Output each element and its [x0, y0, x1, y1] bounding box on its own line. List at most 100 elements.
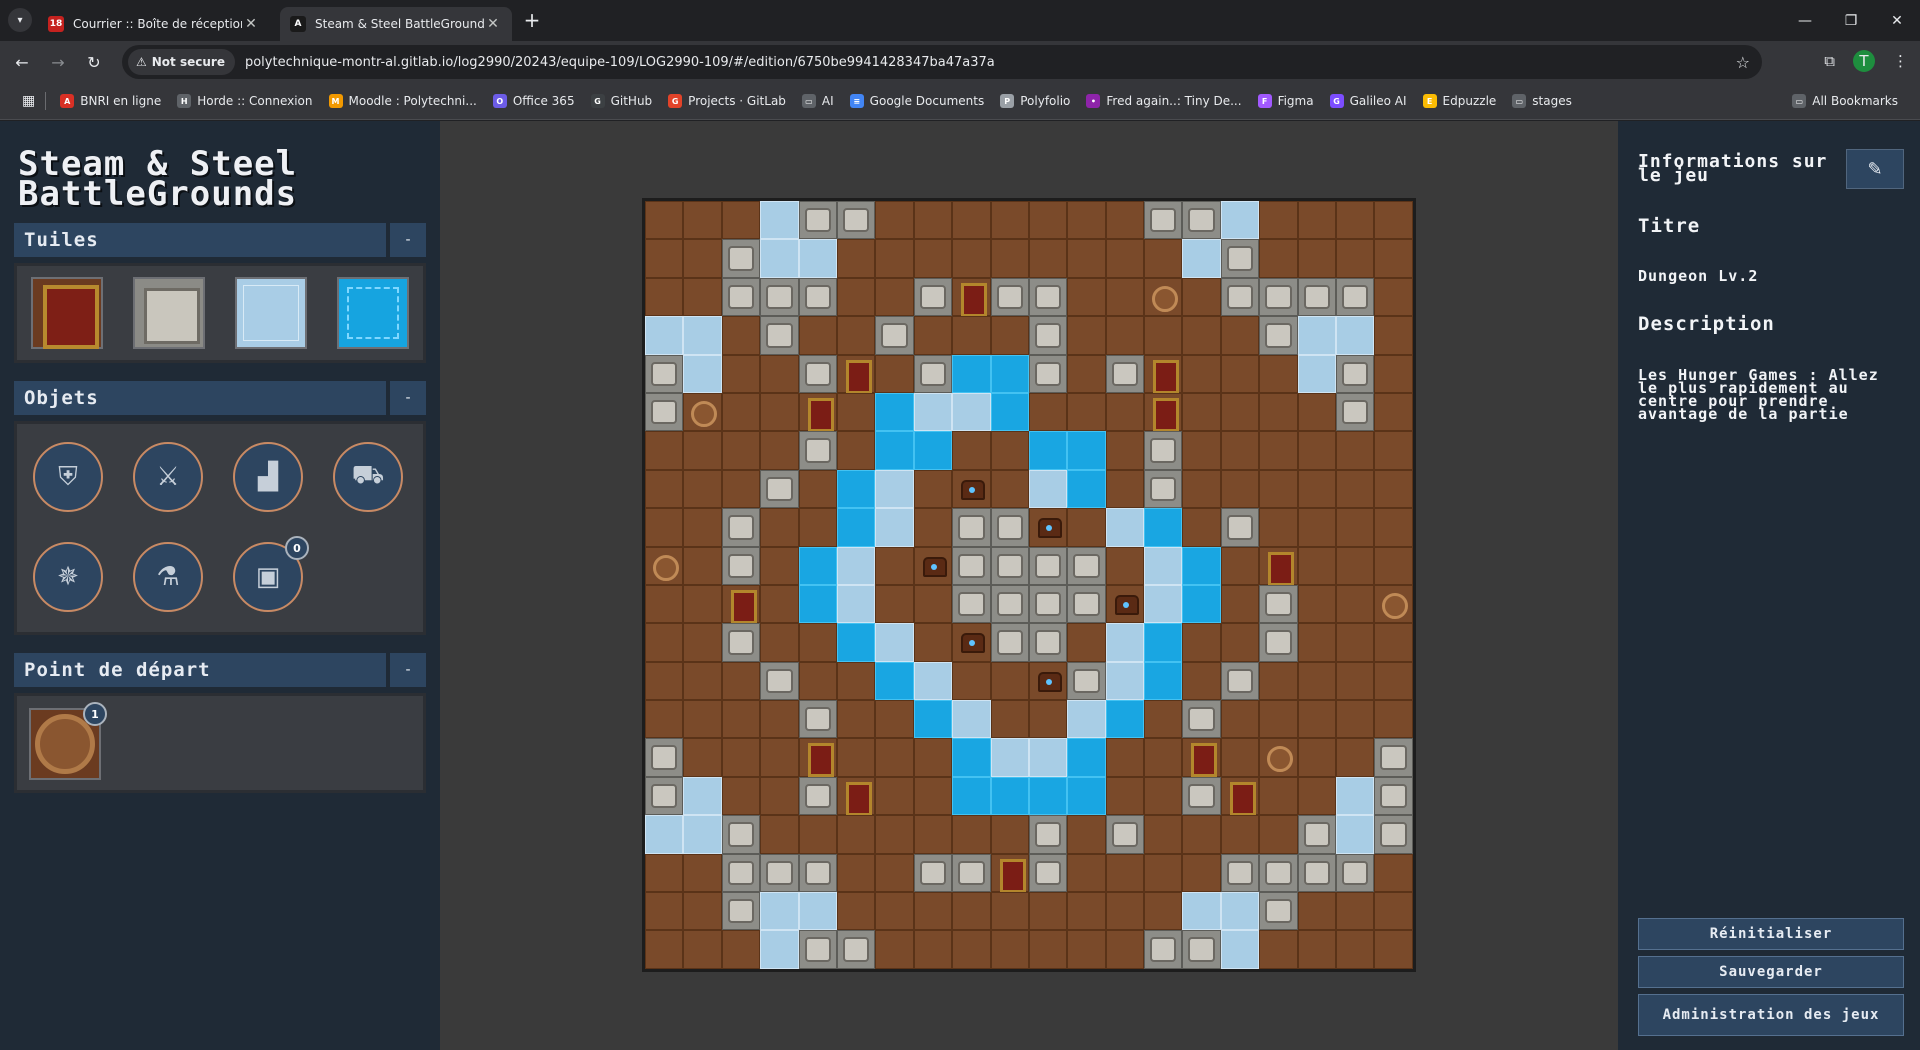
wall-tile[interactable]	[1259, 316, 1298, 355]
door-tile[interactable]	[1144, 354, 1183, 394]
floor-tile[interactable]	[1374, 431, 1413, 470]
ice-tile[interactable]	[1297, 354, 1337, 393]
chest-item[interactable]	[1028, 661, 1068, 701]
floor-tile[interactable]	[683, 623, 722, 662]
floor-tile[interactable]	[952, 815, 991, 854]
compass-icon[interactable]: ✵	[33, 542, 103, 612]
floor-tile[interactable]	[1297, 239, 1337, 278]
wall-tile[interactable]	[1220, 661, 1260, 701]
floor-tile[interactable]	[721, 738, 761, 777]
bookmark-item[interactable]: P Polyfolio	[992, 87, 1078, 115]
bookmark-item[interactable]: ▭ stages	[1504, 87, 1580, 115]
floor-tile[interactable]	[913, 201, 953, 240]
water-tile[interactable]	[913, 700, 953, 739]
floor-tile[interactable]	[1336, 239, 1375, 278]
ice-tile[interactable]	[760, 239, 799, 278]
floor-tile[interactable]	[683, 239, 722, 278]
ice-tile[interactable]	[683, 316, 722, 355]
start-point-tile[interactable]	[1144, 277, 1183, 317]
ice-tile[interactable]	[798, 892, 837, 931]
url-text[interactable]: polytechnique-montr-al.gitlab.io/log2990…	[245, 55, 995, 70]
floor-tile[interactable]	[1067, 277, 1106, 317]
floor-tile[interactable]	[990, 700, 1029, 739]
water-tile[interactable]	[990, 392, 1029, 432]
floor-tile[interactable]	[952, 930, 991, 969]
floor-tile[interactable]	[875, 930, 914, 969]
floor-tile[interactable]	[683, 661, 722, 701]
water-tile[interactable]	[1144, 623, 1183, 662]
wall-tile[interactable]	[1144, 201, 1183, 240]
floor-tile[interactable]	[1297, 892, 1337, 931]
wall-tile[interactable]	[645, 354, 684, 393]
floor-tile[interactable]	[1144, 239, 1183, 278]
water-tile[interactable]	[1182, 584, 1221, 624]
floor-tile[interactable]	[836, 316, 876, 355]
floor-tile[interactable]	[1182, 661, 1221, 701]
door-tile[interactable]	[798, 392, 837, 433]
wall-tile[interactable]	[1374, 815, 1413, 854]
reload-icon[interactable]: ↻	[82, 50, 106, 74]
floor-tile[interactable]	[990, 239, 1029, 278]
floor-tile[interactable]	[760, 392, 799, 432]
floor-tile[interactable]	[645, 239, 684, 278]
ice-tile[interactable]	[235, 277, 307, 349]
floor-tile[interactable]	[760, 700, 799, 739]
floor-tile[interactable]	[1297, 661, 1337, 701]
water-tile[interactable]	[1182, 546, 1221, 585]
floor-tile[interactable]	[645, 277, 684, 317]
floor-tile[interactable]	[836, 892, 876, 931]
floor-tile[interactable]	[836, 392, 876, 432]
ice-tile[interactable]	[1220, 930, 1260, 969]
floor-tile[interactable]	[1105, 853, 1145, 893]
floor-tile[interactable]	[1374, 201, 1413, 240]
water-tile[interactable]	[952, 354, 991, 393]
bookmark-item[interactable]: E Edpuzzle	[1415, 87, 1505, 115]
wall-tile[interactable]	[760, 853, 799, 893]
tab-mail[interactable]: 18 Courrier :: Boîte de réception ✕	[38, 7, 270, 41]
wall-tile[interactable]	[1259, 892, 1298, 931]
ice-tile[interactable]	[1297, 316, 1337, 355]
floor-tile[interactable]	[683, 508, 722, 547]
wall-tile[interactable]	[798, 431, 837, 470]
floor-tile[interactable]	[990, 892, 1029, 931]
floor-tile[interactable]	[1028, 201, 1068, 240]
wall-tile[interactable]	[1182, 201, 1221, 240]
wall-tile[interactable]	[1067, 546, 1106, 585]
wall-tile[interactable]	[1336, 354, 1375, 393]
floor-tile[interactable]	[875, 738, 914, 777]
floor-tile[interactable]	[721, 469, 761, 509]
floor-tile[interactable]	[721, 661, 761, 701]
floor-tile[interactable]	[836, 277, 876, 317]
restore-icon[interactable]: ❐	[1828, 0, 1874, 41]
floor-tile[interactable]	[1297, 776, 1337, 816]
floor-tile[interactable]	[1374, 853, 1413, 893]
ice-tile[interactable]	[1336, 316, 1375, 355]
wall-tile[interactable]	[1220, 853, 1260, 893]
chest-item[interactable]	[1105, 584, 1145, 624]
water-tile[interactable]	[1144, 508, 1183, 547]
floor-tile[interactable]	[645, 853, 684, 893]
wall-tile[interactable]	[990, 584, 1029, 624]
bookmark-item[interactable]: • Fred again..: Tiny De...	[1078, 87, 1249, 115]
floor-tile[interactable]	[1374, 316, 1413, 355]
ice-tile[interactable]	[1144, 546, 1183, 585]
start-point-tile[interactable]	[1259, 738, 1298, 777]
ice-tile[interactable]	[1182, 892, 1221, 931]
wall-tile[interactable]	[1067, 584, 1106, 624]
sword-icon[interactable]: ⚔	[133, 442, 203, 512]
floor-tile[interactable]	[913, 469, 953, 509]
floor-tile[interactable]	[645, 892, 684, 931]
floor-tile[interactable]	[1144, 892, 1183, 931]
floor-tile[interactable]	[1105, 392, 1145, 432]
floor-tile[interactable]	[645, 584, 684, 624]
floor-tile[interactable]	[1297, 738, 1337, 777]
floor-tile[interactable]	[1220, 316, 1260, 355]
all-bookmarks-folder[interactable]: ▭ All Bookmarks	[1784, 87, 1906, 115]
site-info-chip[interactable]: ⚠ Not secure	[128, 49, 235, 75]
new-tab-plus-icon[interactable]: +	[520, 8, 544, 32]
floor-tile[interactable]	[1374, 661, 1413, 701]
floor-tile[interactable]	[836, 661, 876, 701]
door-tile[interactable]	[798, 738, 837, 778]
floor-tile[interactable]	[683, 930, 722, 969]
floor-tile[interactable]	[836, 431, 876, 470]
